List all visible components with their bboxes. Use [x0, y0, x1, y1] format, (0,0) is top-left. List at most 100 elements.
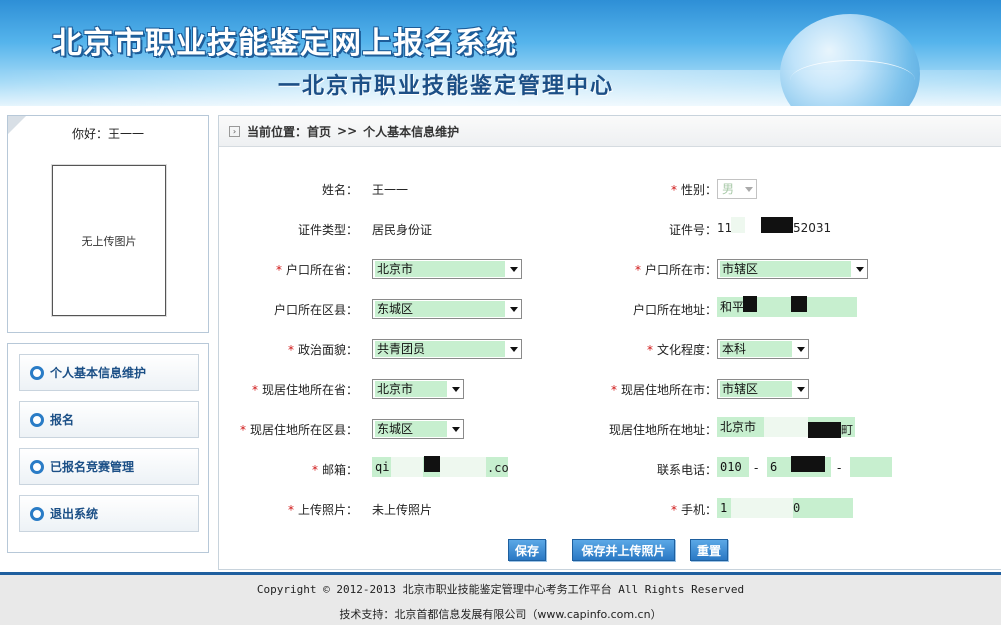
main-panel: › 当前位置： 首页 >> 个人基本信息维护 姓名： 王一一 * 性别： 男 证件…	[218, 115, 1001, 570]
chevron-down-icon	[507, 340, 521, 358]
gender-select[interactable]: 男	[717, 179, 757, 199]
save-upload-button[interactable]: 保存并上传照片	[572, 539, 675, 561]
chevron-down-icon	[507, 300, 521, 318]
photo-status: 未上传照片	[372, 503, 433, 517]
chevron-down-icon	[449, 380, 463, 398]
gender-label: * 性别：	[670, 183, 717, 197]
photo-placeholder: 无上传图片	[81, 234, 137, 248]
political-label: * 政治面貌：	[287, 343, 358, 357]
menu-item-label: 已报名竞赛管理	[50, 460, 135, 474]
save-button[interactable]: 保存	[508, 539, 546, 561]
phone-dash-2: -	[837, 461, 842, 475]
footer: Copyright © 2012-2013 北京市职业技能鉴定管理中心考务工作平…	[0, 572, 1001, 625]
name-value: 王一一	[372, 183, 409, 197]
id-number-suffix: 52031	[793, 221, 832, 235]
breadcrumb: › 当前位置： 首页 >> 个人基本信息维护	[219, 116, 1001, 147]
radio-dot-icon	[30, 365, 44, 380]
id-number-label: 证件号：	[668, 223, 717, 237]
email-label: * 邮箱：	[311, 463, 358, 477]
hukou-city-value: 市辖区	[720, 261, 851, 277]
email-suffix: .co	[487, 461, 509, 475]
phone-ext-input[interactable]	[850, 457, 892, 477]
hukou-district-select[interactable]: 东城区	[372, 299, 522, 319]
site-subtitle: 一北京市职业技能鉴定管理中心	[278, 74, 615, 99]
id-number-prefix: 11	[717, 221, 733, 235]
menu-item-label: 个人基本信息维护	[50, 366, 147, 380]
res-city-select[interactable]: 市辖区	[717, 379, 809, 399]
education-value: 本科	[720, 341, 792, 357]
res-district-label: * 现居住地所在区县：	[239, 423, 358, 437]
chevron-down-icon	[853, 260, 867, 278]
redaction-block	[791, 296, 807, 312]
mobile-suffix: 0	[793, 501, 801, 515]
greeting: 你好：王一一	[71, 127, 144, 141]
globe-orbit	[790, 60, 915, 100]
id-type-value: 居民身份证	[372, 223, 433, 237]
radio-dot-icon	[30, 459, 44, 474]
res-province-value: 北京市	[375, 381, 447, 397]
hukou-address-input[interactable]: 和平	[717, 297, 857, 317]
res-address-label: 现居住地所在地址：	[608, 423, 717, 437]
chevron-down-icon	[742, 180, 756, 198]
redaction-light	[391, 457, 423, 477]
hukou-district-value: 东城区	[375, 301, 505, 317]
menu-item-profile[interactable]: 个人基本信息维护	[19, 354, 199, 391]
chevron-right-icon: ›	[229, 125, 240, 137]
gender-value: 男	[720, 181, 740, 197]
redaction-light	[764, 417, 808, 437]
sidebar-menu: 个人基本信息维护 报名 已报名竞赛管理 退出系统	[7, 343, 209, 553]
reset-button[interactable]: 重置	[690, 539, 728, 561]
res-province-label: * 现居住地所在省：	[251, 383, 358, 397]
breadcrumb-separator: >>	[337, 124, 358, 138]
hukou-province-select[interactable]: 北京市	[372, 259, 522, 279]
hukou-province-value: 北京市	[375, 261, 505, 277]
chevron-down-icon	[507, 260, 521, 278]
redaction-block	[743, 296, 757, 312]
res-district-value: 东城区	[375, 421, 447, 437]
breadcrumb-home[interactable]: 首页	[307, 123, 331, 140]
hukou-address-label: 户口所在地址：	[632, 303, 717, 317]
site-title: 北京市职业技能鉴定网上报名系统	[52, 26, 517, 61]
phone-dash: -	[754, 461, 759, 475]
user-panel: 你好：王一一 无上传图片	[7, 115, 209, 333]
res-province-select[interactable]: 北京市	[372, 379, 464, 399]
hukou-city-select[interactable]: 市辖区	[717, 259, 868, 279]
chevron-down-icon	[794, 340, 808, 358]
id-type-label: 证件类型：	[297, 223, 358, 237]
chevron-down-icon	[794, 380, 808, 398]
political-value: 共青团员	[375, 341, 505, 357]
name-label: 姓名：	[321, 183, 358, 197]
res-address-tail: 町	[841, 423, 854, 437]
menu-item-label: 退出系统	[50, 507, 99, 521]
res-district-select[interactable]: 东城区	[372, 419, 464, 439]
breadcrumb-current: 个人基本信息维护	[363, 124, 460, 139]
redaction-block	[761, 217, 793, 233]
radio-dot-icon	[30, 506, 44, 521]
chevron-down-icon	[449, 420, 463, 438]
hukou-district-label: 户口所在区县：	[273, 303, 358, 317]
redaction-block	[424, 456, 440, 472]
header-banner: 北京市职业技能鉴定网上报名系统 一北京市职业技能鉴定管理中心	[0, 0, 1001, 106]
copyright-text: Copyright © 2012-2013 北京市职业技能鉴定管理中心考务工作平…	[256, 583, 745, 596]
education-label: * 文化程度：	[646, 343, 717, 357]
tech-support-text: 技术支持：北京首都信息发展有限公司（www.capinfo.com.cn）	[339, 608, 662, 621]
hukou-province-label: * 户口所在省：	[275, 263, 358, 277]
menu-item-competitions[interactable]: 已报名竞赛管理	[19, 448, 199, 485]
photo-label: * 上传照片：	[287, 503, 358, 517]
hukou-city-label: * 户口所在市：	[634, 263, 717, 277]
phone-area-input[interactable]: 010	[717, 457, 749, 477]
redaction-light	[731, 498, 793, 518]
menu-item-register[interactable]: 报名	[19, 401, 199, 438]
menu-item-label: 报名	[50, 413, 75, 427]
redaction-light	[731, 217, 745, 233]
education-select[interactable]: 本科	[717, 339, 809, 359]
political-select[interactable]: 共青团员	[372, 339, 522, 359]
mobile-label: * 手机：	[670, 503, 717, 517]
redaction-block	[791, 456, 825, 472]
redaction-light	[440, 457, 486, 477]
menu-item-logout[interactable]: 退出系统	[19, 495, 199, 532]
photo-frame: 无上传图片	[52, 165, 166, 316]
res-city-value: 市辖区	[720, 381, 792, 397]
breadcrumb-prefix: 当前位置：	[247, 124, 308, 139]
redaction-block	[808, 422, 841, 438]
